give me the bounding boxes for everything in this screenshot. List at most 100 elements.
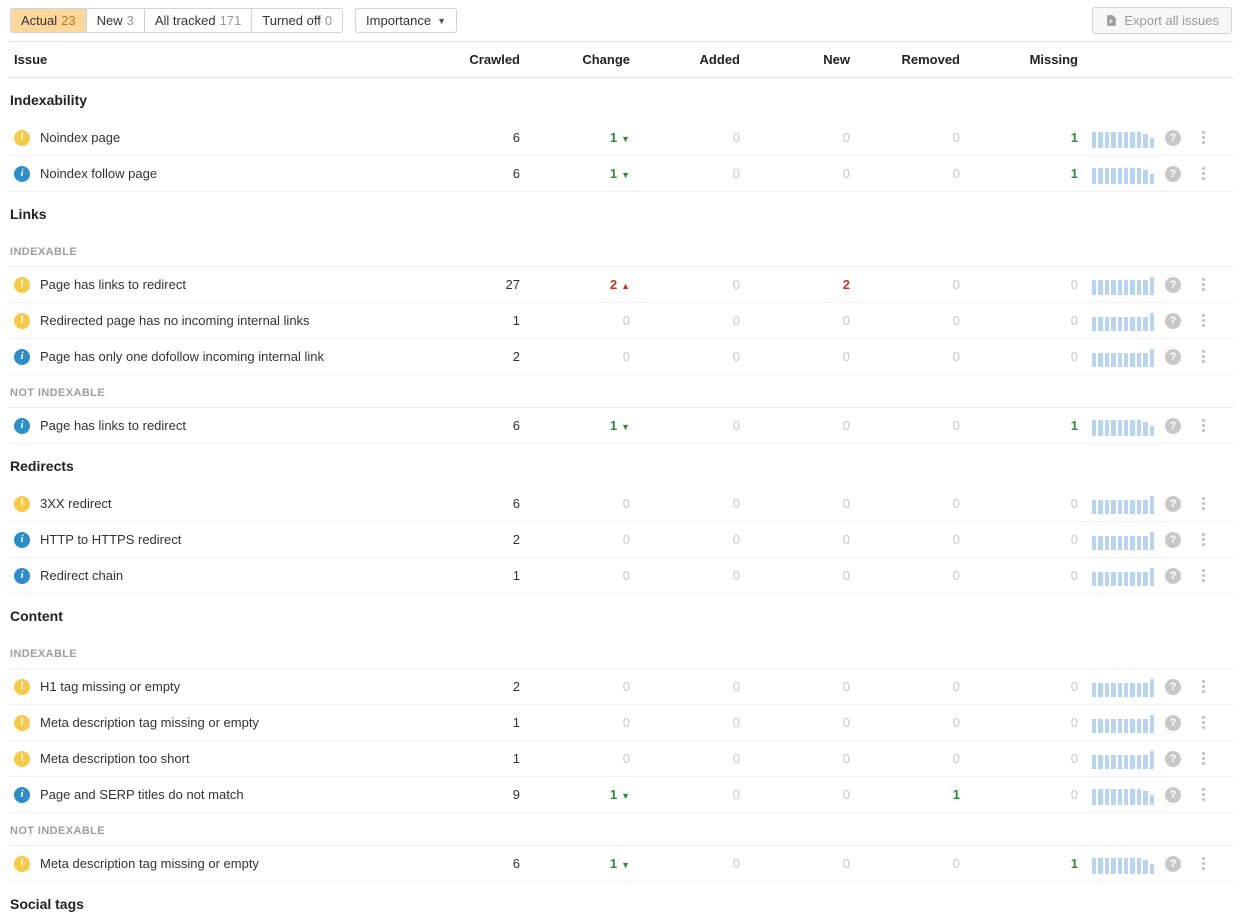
help-icon[interactable]: ? [1165,418,1181,434]
table-cell: 0 [868,130,978,145]
help-icon[interactable]: ? [1165,277,1181,293]
sparkline-chart[interactable] [1092,749,1154,769]
issue-cell: !Page has links to redirect [8,277,428,293]
sparkline-chart[interactable] [1092,566,1154,586]
sparkline-chart[interactable] [1092,677,1154,697]
help-icon[interactable]: ? [1165,532,1181,548]
warning-icon: ! [14,313,30,329]
sparkline-chart[interactable] [1092,530,1154,550]
help-icon[interactable]: ? [1165,130,1181,146]
table-row[interactable]: !3XX redirect600000? [8,486,1234,522]
sparkline-chart[interactable] [1092,854,1154,874]
more-options-icon[interactable] [1198,163,1209,184]
filter-tab-turned-off[interactable]: Turned off0 [252,9,342,32]
sparkline-chart[interactable] [1092,785,1154,805]
more-options-icon[interactable] [1198,712,1209,733]
help-icon[interactable]: ? [1165,751,1181,767]
issue-label[interactable]: Meta description tag missing or empty [40,715,259,730]
table-row[interactable]: !Meta description tag missing or empty10… [8,705,1234,741]
help-icon[interactable]: ? [1165,787,1181,803]
issue-label[interactable]: Redirected page has no incoming internal… [40,313,310,328]
table-cell: 0 [648,277,758,292]
sort-dropdown[interactable]: Importance ▼ [355,8,457,33]
table-cell: 1 [978,856,1088,871]
filter-tab-all-tracked[interactable]: All tracked171 [145,9,252,32]
table-row[interactable]: iPage has only one dofollow incoming int… [8,339,1234,375]
column-header-new[interactable]: New [758,52,868,67]
more-options-icon[interactable] [1198,415,1209,436]
help-icon[interactable]: ? [1165,715,1181,731]
table-cell: 0 [648,166,758,181]
sparkline-chart[interactable] [1092,275,1154,295]
help-icon[interactable]: ? [1165,349,1181,365]
column-header-crawled[interactable]: Crawled [428,52,538,67]
sparkline-chart[interactable] [1092,416,1154,436]
more-options-icon[interactable] [1198,853,1209,874]
more-options-icon[interactable] [1198,274,1209,295]
filter-tab-new[interactable]: New3 [87,9,145,32]
help-icon[interactable]: ? [1165,679,1181,695]
table-cell: 1 [428,715,538,730]
help-icon[interactable]: ? [1165,496,1181,512]
table-row[interactable]: !Page has links to redirect272▲0200? [8,267,1234,303]
issue-label[interactable]: Page has links to redirect [40,418,186,433]
issue-label[interactable]: Noindex page [40,130,120,145]
more-options-icon[interactable] [1198,676,1209,697]
issue-label[interactable]: Noindex follow page [40,166,157,181]
help-icon[interactable]: ? [1165,313,1181,329]
more-options-icon[interactable] [1198,748,1209,769]
issue-label[interactable]: Meta description too short [40,751,190,766]
more-options-icon[interactable] [1198,565,1209,586]
issue-label[interactable]: H1 tag missing or empty [40,679,180,694]
issue-label[interactable]: Meta description tag missing or empty [40,856,259,871]
table-row[interactable]: iPage has links to redirect61▼0001? [8,408,1234,444]
column-header-change[interactable]: Change [538,52,648,67]
issue-label[interactable]: 3XX redirect [40,496,112,511]
table-cell: 0 [868,496,978,511]
filter-tab-actual[interactable]: Actual23 [11,9,87,32]
table-row[interactable]: !Noindex page61▼0001? [8,120,1234,156]
issue-label[interactable]: Redirect chain [40,568,123,583]
sparkline-chart[interactable] [1092,311,1154,331]
table-row[interactable]: iPage and SERP titles do not match91▼001… [8,777,1234,813]
table-cell: 0 [648,532,758,547]
help-icon[interactable]: ? [1165,568,1181,584]
table-row[interactable]: iHTTP to HTTPS redirect200000? [8,522,1234,558]
more-options-icon[interactable] [1198,310,1209,331]
more-options-icon[interactable] [1198,493,1209,514]
table-row[interactable]: !H1 tag missing or empty200000? [8,669,1234,705]
table-row[interactable]: ! Redirected page has no incoming interna… [8,303,1234,339]
column-header-removed[interactable]: Removed [868,52,978,67]
export-all-issues-button[interactable]: Export all issues [1092,7,1232,34]
more-options-icon[interactable] [1198,127,1209,148]
table-row[interactable]: iNoindex follow page61▼0001? [8,156,1234,192]
table-cell: 0 [648,751,758,766]
table-row[interactable]: iRedirect chain100000? [8,558,1234,594]
issue-cell: !3XX redirect [8,496,428,512]
help-icon[interactable]: ? [1165,166,1181,182]
warning-icon: ! [14,856,30,872]
column-header-issue[interactable]: Issue [8,52,428,67]
sparkline-chart[interactable] [1092,494,1154,514]
more-options-icon[interactable] [1198,529,1209,550]
sparkline-chart[interactable] [1092,713,1154,733]
table-row[interactable]: !Meta description tag missing or empty61… [8,846,1234,882]
sparkline-chart[interactable] [1092,128,1154,148]
more-options-icon[interactable] [1198,784,1209,805]
section-heading: Redirects [8,444,1234,486]
column-header-added[interactable]: Added [648,52,758,67]
sparkline-chart[interactable] [1092,347,1154,367]
table-row[interactable]: !Meta description too short100000? [8,741,1234,777]
column-header-missing[interactable]: Missing [978,52,1088,67]
help-icon[interactable]: ? [1165,856,1181,872]
issue-label[interactable]: Page has only one dofollow incoming inte… [40,349,324,364]
table-cell: 0 [978,496,1088,511]
triangle-down-icon: ▼ [621,791,630,801]
table-cell: 0 [868,418,978,433]
issue-label[interactable]: Page has links to redirect [40,277,186,292]
more-options-icon[interactable] [1198,346,1209,367]
issue-cell: ! Redirected page has no incoming interna… [8,313,428,329]
issue-label[interactable]: Page and SERP titles do not match [40,787,244,802]
sparkline-chart[interactable] [1092,164,1154,184]
issue-label[interactable]: HTTP to HTTPS redirect [40,532,181,547]
